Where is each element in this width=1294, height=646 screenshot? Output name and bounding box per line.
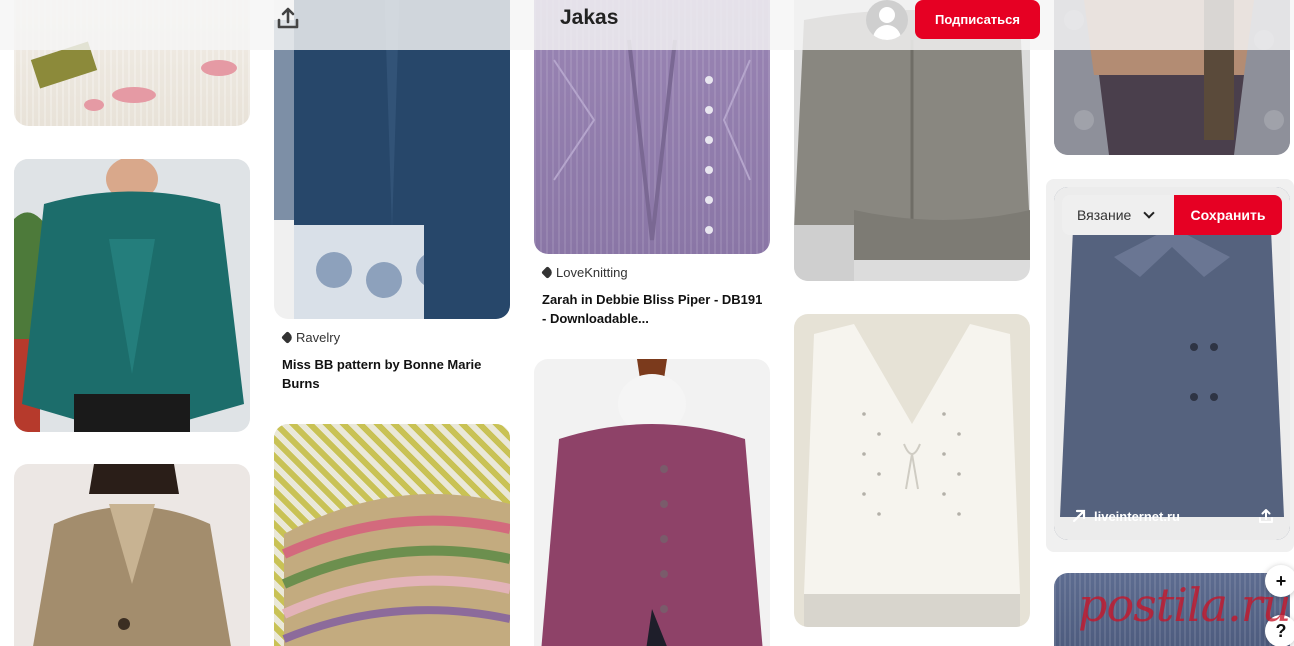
arrow-up-right-icon	[1072, 509, 1086, 523]
board-select-label: Вязание	[1077, 207, 1132, 223]
pin-image-teal-cardigan[interactable]	[14, 159, 250, 432]
pin-image-plum-cardigan[interactable]	[534, 359, 770, 646]
pin-title-line: Miss BB pattern by Bonne Marie	[282, 357, 482, 372]
board-select-dropdown[interactable]: Вязание	[1062, 195, 1174, 235]
pin-title-line: - Downloadable...	[542, 311, 649, 326]
pin-image-white-cardigan[interactable]	[794, 314, 1030, 627]
pin-title-line: Zarah in Debbie Bliss Piper - DB191	[542, 292, 763, 307]
avatar-body	[873, 25, 901, 40]
pin-source-ravelry[interactable]: Ravelry	[281, 330, 341, 345]
tag-icon	[281, 331, 294, 344]
pin-title-zarah[interactable]: Zarah in Debbie Bliss Piper - DB191 - Do…	[542, 290, 768, 328]
share-icon	[277, 7, 299, 29]
pin-title-line: Burns	[282, 376, 320, 391]
avatar-head	[879, 7, 895, 23]
board-name: Jakas	[560, 6, 619, 29]
save-button[interactable]: Сохранить	[1174, 195, 1282, 235]
pin-source-label: LoveKnitting	[556, 265, 628, 280]
source-link-label: liveinternet.ru	[1094, 508, 1180, 524]
tag-icon	[541, 266, 554, 279]
source-link-button[interactable]: liveinternet.ru	[1062, 500, 1190, 532]
share-button[interactable]	[1250, 500, 1282, 532]
avatar-icon[interactable]	[866, 0, 908, 40]
watermark-logo: postila.ru	[1078, 578, 1291, 632]
pin-source-label: Ravelry	[296, 330, 341, 345]
pin-image-fairisle-sleeve[interactable]	[274, 424, 510, 646]
share-board-button[interactable]	[274, 4, 302, 32]
pin-title-miss-bb[interactable]: Miss BB pattern by Bonne Marie Burns	[282, 355, 502, 393]
pin-image-tan-jacket[interactable]	[14, 464, 250, 646]
share-icon	[1259, 509, 1273, 523]
chevron-down-icon	[1143, 207, 1155, 219]
board-header-bar	[0, 0, 1294, 50]
subscribe-button[interactable]: Подписаться	[915, 0, 1040, 39]
pin-source-loveknitting[interactable]: LoveKnitting	[541, 265, 628, 280]
pin-image-slate-coat[interactable]	[1054, 187, 1290, 540]
